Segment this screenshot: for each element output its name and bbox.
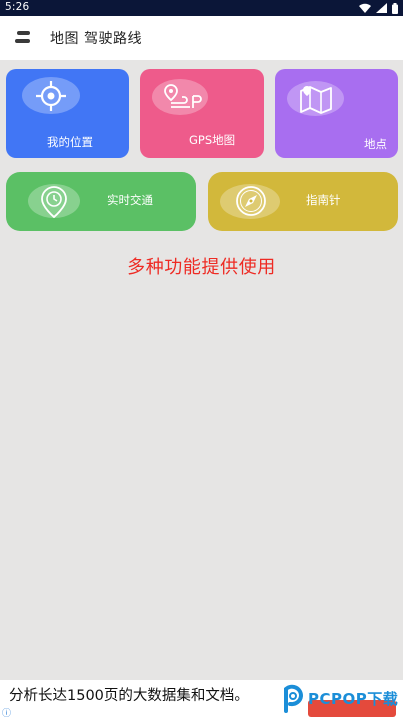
- app-bar: 地图 驾驶路线: [0, 16, 403, 60]
- page-title: 地图 驾驶路线: [50, 31, 142, 47]
- status-icons: [359, 2, 398, 14]
- feature-card-gps-map[interactable]: GPS地图: [140, 69, 264, 158]
- tagline: 多种功能提供使用: [127, 257, 276, 278]
- watermark-brand: PCPOP: [308, 689, 368, 708]
- wifi-icon: [359, 3, 371, 13]
- status-time: 5:26: [5, 1, 30, 13]
- feature-label: 地点: [364, 137, 387, 151]
- feature-card-compass[interactable]: 指南针: [208, 172, 398, 231]
- watermark-text: PCPOP下载: [308, 688, 398, 709]
- ad-banner[interactable]: 分析长达1500页的大数据集和文档。 ⓘ PCPOP下载: [0, 680, 403, 720]
- feature-label: 实时交通: [107, 193, 153, 207]
- crosshair-icon: [36, 81, 66, 111]
- feature-card-my-location[interactable]: 我的位置: [6, 69, 129, 158]
- feature-label: GPS地图: [189, 133, 236, 147]
- clock-pin-icon: [41, 186, 67, 219]
- ad-text[interactable]: 分析长达1500页的大数据集和文档。: [9, 684, 249, 705]
- compass-icon: [236, 186, 266, 216]
- watermark: PCPOP下载: [280, 682, 398, 714]
- battery-icon: [392, 2, 398, 14]
- feature-label: 指南针: [306, 193, 341, 207]
- menu-icon[interactable]: [14, 29, 32, 47]
- status-bar: 5:26: [0, 0, 403, 16]
- feature-card-realtime-traffic[interactable]: 实时交通: [6, 172, 196, 231]
- signal-icon: [376, 3, 387, 13]
- feature-card-places[interactable]: 地点: [275, 69, 398, 158]
- folded-map-icon: [300, 86, 332, 114]
- feature-label: 我的位置: [47, 135, 93, 149]
- ad-choices-icon[interactable]: ⓘ: [2, 706, 11, 719]
- route-pin-icon: [164, 84, 202, 108]
- watermark-suffix: 下载: [367, 689, 399, 708]
- pcpop-logo-icon: [284, 684, 303, 713]
